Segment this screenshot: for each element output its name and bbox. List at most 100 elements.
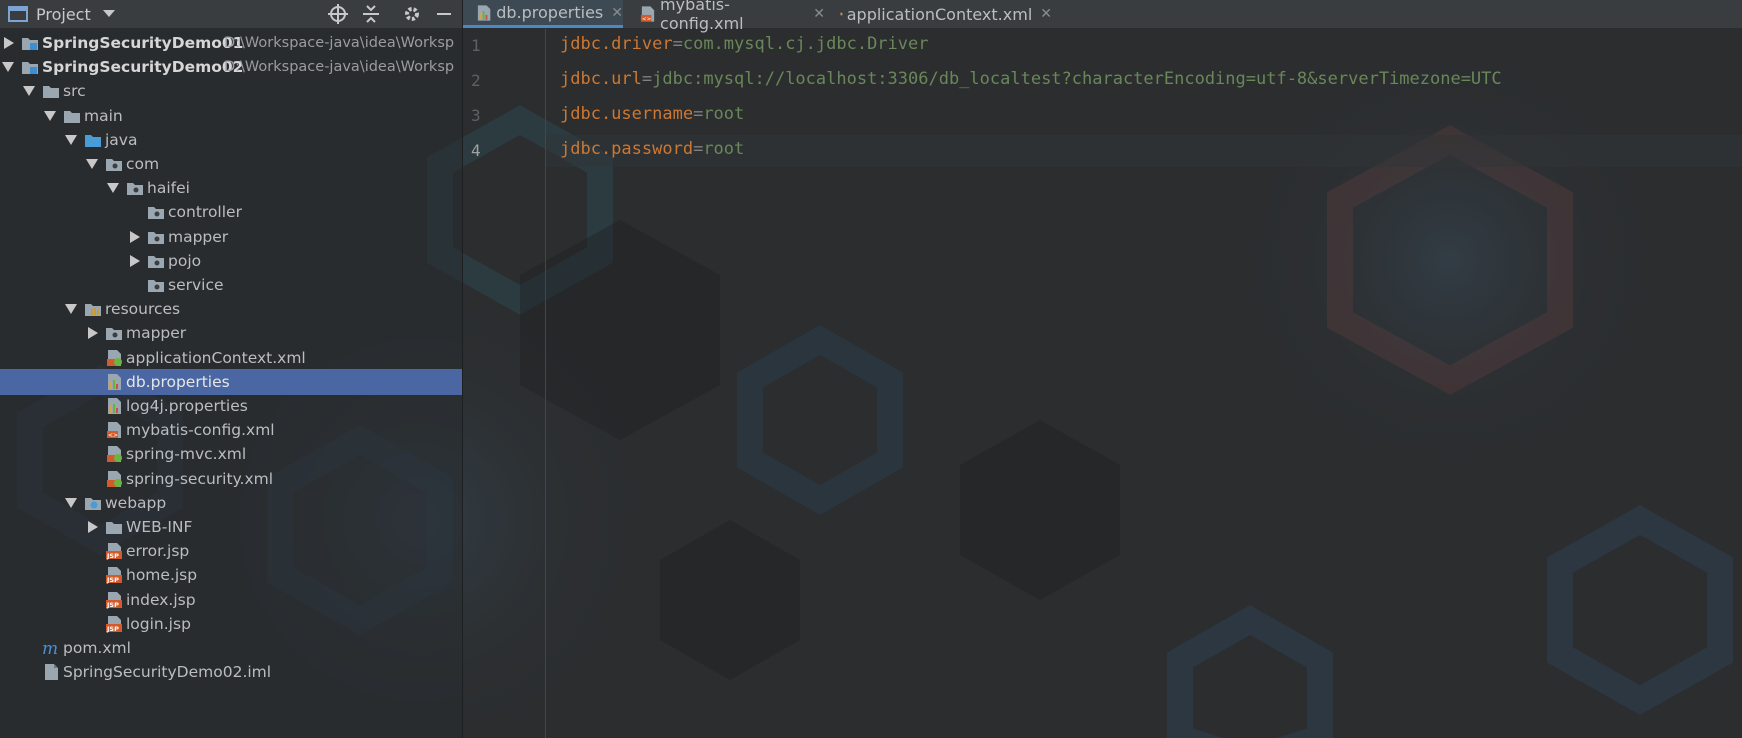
source-folder-icon bbox=[85, 134, 101, 147]
project-view-selector[interactable]: Project bbox=[8, 0, 115, 28]
expanded-arrow-icon[interactable] bbox=[65, 304, 77, 315]
iml-icon bbox=[45, 664, 58, 681]
project-panel-header: Project bbox=[0, 0, 462, 29]
crosshair-icon bbox=[328, 4, 348, 24]
folder-icon bbox=[64, 110, 80, 123]
property-value: root bbox=[703, 139, 745, 159]
property-key: jdbc.url bbox=[560, 69, 642, 89]
tree-node[interactable]: service bbox=[0, 272, 462, 298]
property-value: com.mysql.cj.jdbc.Driver bbox=[682, 34, 929, 54]
jsp-icon: JSP bbox=[106, 615, 122, 633]
minimize-icon bbox=[437, 13, 451, 15]
collapsed-arrow-icon[interactable] bbox=[4, 37, 14, 49]
line-number: 3 bbox=[471, 106, 481, 125]
tree-node-label: main bbox=[84, 106, 123, 125]
expanded-arrow-icon[interactable] bbox=[2, 62, 14, 73]
close-tab-icon[interactable]: ✕ bbox=[813, 6, 825, 22]
code-line[interactable]: jdbc.driver=com.mysql.cj.jdbc.Driver bbox=[560, 34, 928, 54]
tree-node[interactable]: resources bbox=[0, 296, 462, 322]
tree-node[interactable]: java bbox=[0, 127, 462, 153]
tree-node-label: SpringSecurityDemo02.iml bbox=[63, 663, 272, 682]
expanded-arrow-icon[interactable] bbox=[44, 110, 56, 121]
tree-node-label: error.jsp bbox=[126, 542, 190, 561]
tree-node[interactable]: log4j.properties bbox=[0, 393, 462, 419]
module-path: D:\Workspace-java\idea\Worksp bbox=[224, 59, 455, 76]
close-tab-icon[interactable]: ✕ bbox=[1040, 6, 1052, 22]
expanded-arrow-icon[interactable] bbox=[86, 159, 98, 169]
tree-node-label: pojo bbox=[168, 251, 202, 270]
folder-icon bbox=[106, 522, 122, 534]
property-separator: = bbox=[672, 34, 683, 54]
jsp-icon: JSP bbox=[106, 543, 122, 560]
tree-node[interactable]: WEB-INF bbox=[0, 514, 462, 540]
tree-node-label: com bbox=[126, 155, 160, 173]
spring-xml-icon bbox=[107, 349, 122, 366]
locate-file-button[interactable] bbox=[328, 0, 348, 28]
tree-node[interactable]: pojo bbox=[0, 248, 462, 274]
expanded-arrow-icon[interactable] bbox=[23, 86, 35, 97]
tree-node-label: WEB-INF bbox=[126, 518, 193, 536]
tree-node[interactable]: webapp bbox=[0, 490, 462, 516]
editor-tab[interactable]: applicationContext.xml ✕ bbox=[828, 0, 1052, 28]
tree-node[interactable]: spring-security.xml bbox=[0, 466, 462, 492]
chevron-down-icon bbox=[102, 10, 115, 17]
property-value: root bbox=[703, 104, 745, 124]
properties-icon bbox=[108, 398, 121, 414]
tree-node[interactable]: controller bbox=[0, 199, 462, 225]
tree-node[interactable]: applicationContext.xml bbox=[0, 345, 462, 371]
collapsed-arrow-icon[interactable] bbox=[130, 254, 140, 267]
tree-node[interactable]: m pom.xml bbox=[0, 635, 462, 661]
package-icon bbox=[148, 207, 164, 220]
tree-node-label: pom.xml bbox=[63, 639, 131, 657]
expanded-arrow-icon[interactable] bbox=[107, 183, 119, 194]
tree-node[interactable]: <> mybatis-config.xml bbox=[0, 417, 462, 443]
tree-node-label: home.jsp bbox=[126, 566, 198, 585]
tree-node[interactable]: db.properties bbox=[0, 368, 462, 395]
tree-node[interactable]: SpringSecurityDemo02.iml bbox=[0, 659, 462, 685]
package-icon bbox=[148, 255, 164, 268]
tree-node-label: db.properties bbox=[126, 372, 230, 391]
collapse-all-button[interactable] bbox=[362, 0, 380, 28]
svg-text:<>: <> bbox=[108, 432, 118, 439]
tree-node[interactable]: SpringSecurityDemo02 D:\Workspace-java\id… bbox=[0, 54, 462, 80]
tree-node[interactable]: spring-mvc.xml bbox=[0, 441, 462, 467]
tree-node-label: controller bbox=[168, 203, 242, 222]
editor-tab[interactable]: db.properties ✕ bbox=[463, 0, 623, 28]
collapsed-arrow-icon[interactable] bbox=[130, 230, 140, 243]
jsp-icon: JSP bbox=[106, 591, 122, 609]
svg-text:m: m bbox=[42, 639, 58, 657]
collapsed-arrow-icon[interactable] bbox=[88, 521, 98, 533]
tree-node[interactable]: JSP error.jsp bbox=[0, 538, 462, 564]
tree-node-label: webapp bbox=[105, 493, 167, 512]
settings-button[interactable] bbox=[403, 0, 421, 28]
tree-node[interactable]: src bbox=[0, 78, 462, 104]
tree-node[interactable]: mapper bbox=[0, 320, 462, 346]
tree-node-label: spring-security.xml bbox=[126, 469, 274, 488]
tree-node[interactable]: main bbox=[0, 103, 462, 129]
resources-folder-icon bbox=[85, 304, 101, 317]
project-panel-title: Project bbox=[36, 4, 91, 24]
project-panel: Project SpringSecurityDemo01 D:\Workspace… bbox=[0, 0, 463, 738]
expanded-arrow-icon[interactable] bbox=[65, 134, 77, 145]
tree-node[interactable]: JSP login.jsp bbox=[0, 611, 462, 637]
tree-node[interactable]: JSP home.jsp bbox=[0, 562, 462, 588]
editor-tab[interactable]: <> mybatis-config.xml ✕ bbox=[627, 0, 825, 33]
svg-text:JSP: JSP bbox=[106, 625, 119, 633]
close-tab-icon[interactable]: ✕ bbox=[611, 5, 623, 21]
tree-node-label: src bbox=[63, 82, 86, 101]
tree-node[interactable]: SpringSecurityDemo01 D:\Workspace-java\id… bbox=[0, 30, 462, 56]
hide-panel-button[interactable] bbox=[436, 0, 452, 28]
code-line[interactable]: jdbc.url=jdbc:mysql://localhost:3306/db_… bbox=[560, 69, 1502, 89]
collapsed-arrow-icon[interactable] bbox=[88, 327, 98, 340]
tree-node-label: spring-mvc.xml bbox=[126, 445, 247, 464]
line-number: 4 bbox=[471, 141, 481, 160]
code-line[interactable]: jdbc.password=root bbox=[560, 139, 744, 159]
code-line[interactable]: jdbc.username=root bbox=[560, 104, 744, 124]
tree-node[interactable]: mapper bbox=[0, 224, 462, 250]
tree-node[interactable]: haifei bbox=[0, 175, 462, 201]
tree-node[interactable]: JSP index.jsp bbox=[0, 587, 462, 613]
web-folder-icon bbox=[85, 497, 101, 510]
code-editor[interactable]: jdbc.driver=com.mysql.cj.jdbc.Driver jdbc… bbox=[546, 29, 1742, 738]
tree-node[interactable]: com bbox=[0, 151, 462, 177]
expanded-arrow-icon[interactable] bbox=[65, 497, 77, 508]
